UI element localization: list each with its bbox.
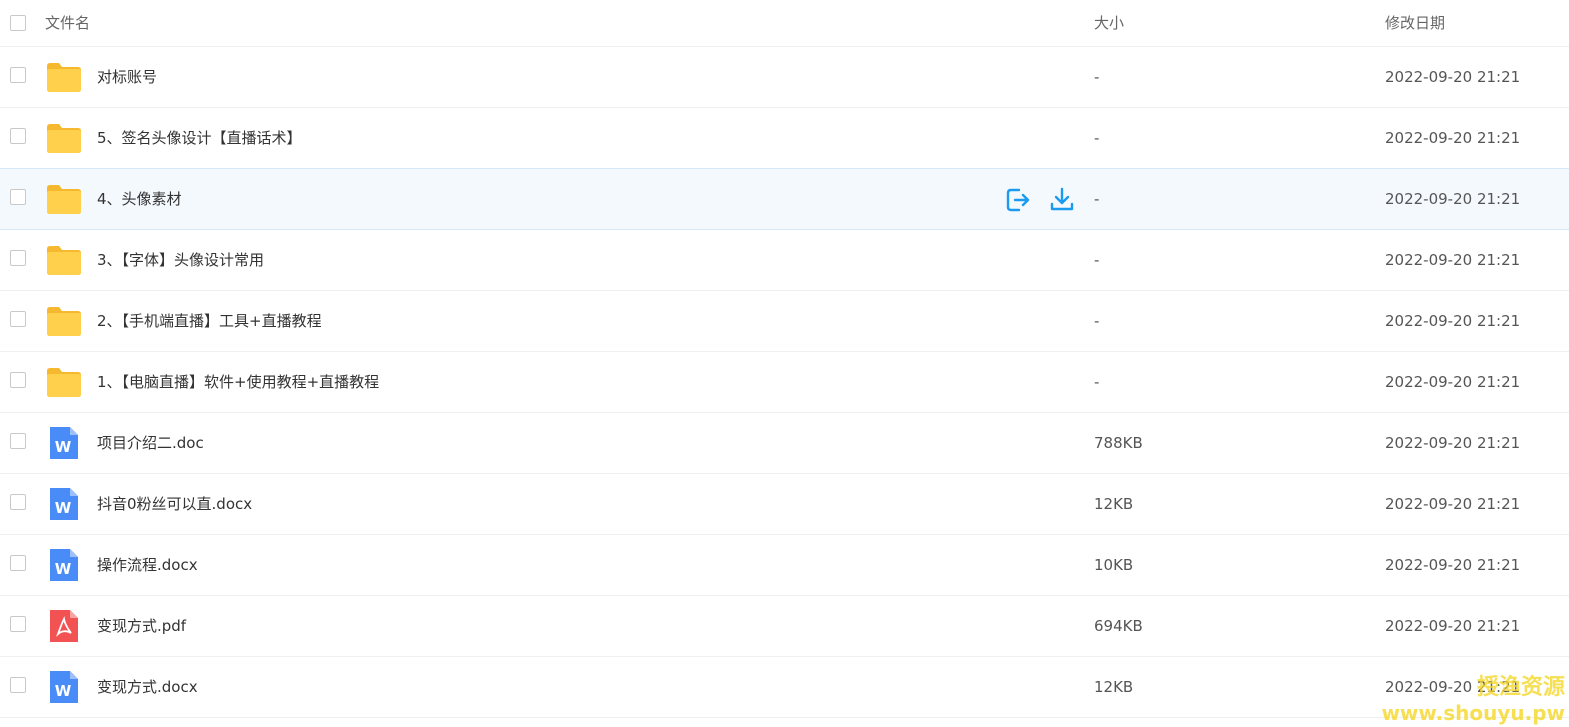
row-checkbox[interactable]	[10, 250, 26, 266]
download-icon[interactable]	[1048, 186, 1076, 214]
row-checkbox[interactable]	[10, 128, 26, 144]
watermark-line2: www.shouyu.pw	[1381, 701, 1565, 725]
table-row[interactable]: 变现方式.pdf 694KB 2022-09-20 21:21	[0, 596, 1569, 657]
file-size: 10KB	[1094, 556, 1134, 574]
file-name[interactable]: 2、【手机端直播】工具+直播教程	[97, 310, 322, 332]
word-file-icon: W	[46, 426, 82, 460]
modified-date: 2022-09-20 21:21	[1385, 129, 1521, 147]
word-file-icon: W	[46, 670, 82, 704]
pdf-file-icon	[46, 609, 82, 643]
file-size: 12KB	[1094, 678, 1134, 696]
svg-text:W: W	[55, 499, 72, 517]
watermark: 授渔资源 www.shouyu.pw	[1381, 675, 1565, 725]
share-icon[interactable]	[1004, 186, 1032, 214]
modified-date: 2022-09-20 21:21	[1385, 68, 1521, 86]
file-size: 788KB	[1094, 434, 1143, 452]
file-name[interactable]: 5、签名头像设计【直播话术】	[97, 127, 302, 149]
file-name[interactable]: 对标账号	[97, 66, 157, 88]
row-checkbox[interactable]	[10, 494, 26, 510]
file-size: -	[1094, 312, 1100, 330]
folder-icon	[46, 243, 82, 277]
row-checkbox[interactable]	[10, 555, 26, 571]
file-name[interactable]: 操作流程.docx	[97, 554, 198, 576]
modified-date: 2022-09-20 21:21	[1385, 434, 1521, 452]
file-size: 694KB	[1094, 617, 1143, 635]
table-row[interactable]: W 操作流程.docx 10KB 2022-09-20 21:21	[0, 535, 1569, 596]
table-row[interactable]: W 项目介绍二.doc 788KB 2022-09-20 21:21	[0, 413, 1569, 474]
select-all-checkbox[interactable]	[10, 15, 26, 31]
row-checkbox[interactable]	[10, 677, 26, 693]
svg-text:W: W	[55, 682, 72, 700]
row-checkbox[interactable]	[10, 189, 26, 205]
column-header-size[interactable]: 大小	[1094, 13, 1124, 33]
row-checkbox[interactable]	[10, 372, 26, 388]
row-checkbox[interactable]	[10, 67, 26, 83]
file-size: 12KB	[1094, 495, 1134, 513]
table-row[interactable]: 2、【手机端直播】工具+直播教程 - 2022-09-20 21:21	[0, 291, 1569, 352]
file-name[interactable]: 4、头像素材	[97, 188, 182, 210]
table-row[interactable]: 对标账号 - 2022-09-20 21:21	[0, 47, 1569, 108]
table-header: 文件名 大小 修改日期	[0, 0, 1569, 47]
file-size: -	[1094, 129, 1100, 147]
modified-date: 2022-09-20 21:21	[1385, 312, 1521, 330]
file-name[interactable]: 项目介绍二.doc	[97, 432, 204, 454]
file-name[interactable]: 抖音0粉丝可以直.docx	[97, 493, 252, 515]
modified-date: 2022-09-20 21:21	[1385, 251, 1521, 269]
folder-icon	[46, 60, 82, 94]
row-checkbox[interactable]	[10, 311, 26, 327]
column-header-date[interactable]: 修改日期	[1385, 13, 1445, 33]
file-size: -	[1094, 373, 1100, 391]
file-size: -	[1094, 68, 1100, 86]
file-size: -	[1094, 190, 1100, 208]
modified-date: 2022-09-20 21:21	[1385, 190, 1521, 208]
watermark-line1: 授渔资源	[1476, 675, 1565, 700]
table-row[interactable]: 5、签名头像设计【直播话术】 - 2022-09-20 21:21	[0, 108, 1569, 169]
word-file-icon: W	[46, 487, 82, 521]
table-row[interactable]: W 变现方式.docx 12KB 2022-09-20 21:21	[0, 657, 1569, 718]
row-checkbox[interactable]	[10, 433, 26, 449]
table-row[interactable]: 4、头像素材 - 2022-09-20 21:21	[0, 168, 1569, 230]
column-header-name[interactable]: 文件名	[45, 13, 90, 33]
modified-date: 2022-09-20 21:21	[1385, 495, 1521, 513]
file-size: -	[1094, 251, 1100, 269]
file-name[interactable]: 1、【电脑直播】软件+使用教程+直播教程	[97, 371, 379, 393]
row-checkbox[interactable]	[10, 616, 26, 632]
table-row[interactable]: 3、【字体】头像设计常用 - 2022-09-20 21:21	[0, 230, 1569, 291]
table-row[interactable]: W 抖音0粉丝可以直.docx 12KB 2022-09-20 21:21	[0, 474, 1569, 535]
modified-date: 2022-09-20 21:21	[1385, 617, 1521, 635]
folder-icon	[46, 304, 82, 338]
file-table: 文件名 大小 修改日期 对标账号 -2022-09-20 21:21 5、签名头像设…	[0, 0, 1569, 718]
file-name[interactable]: 变现方式.docx	[97, 676, 198, 698]
file-list: 对标账号 - 2022-09-20 21:21 5、签名头像设计【直播话术】 - 2022…	[0, 47, 1569, 718]
folder-icon	[46, 365, 82, 399]
svg-text:W: W	[55, 560, 72, 578]
svg-text:W: W	[55, 438, 72, 456]
word-file-icon: W	[46, 548, 82, 582]
modified-date: 2022-09-20 21:21	[1385, 556, 1521, 574]
file-name[interactable]: 变现方式.pdf	[97, 615, 186, 637]
modified-date: 2022-09-20 21:21	[1385, 373, 1521, 391]
file-name[interactable]: 3、【字体】头像设计常用	[97, 249, 264, 271]
folder-icon	[46, 121, 82, 155]
folder-icon	[46, 182, 82, 216]
table-row[interactable]: 1、【电脑直播】软件+使用教程+直播教程 - 2022-09-20 21:21	[0, 352, 1569, 413]
